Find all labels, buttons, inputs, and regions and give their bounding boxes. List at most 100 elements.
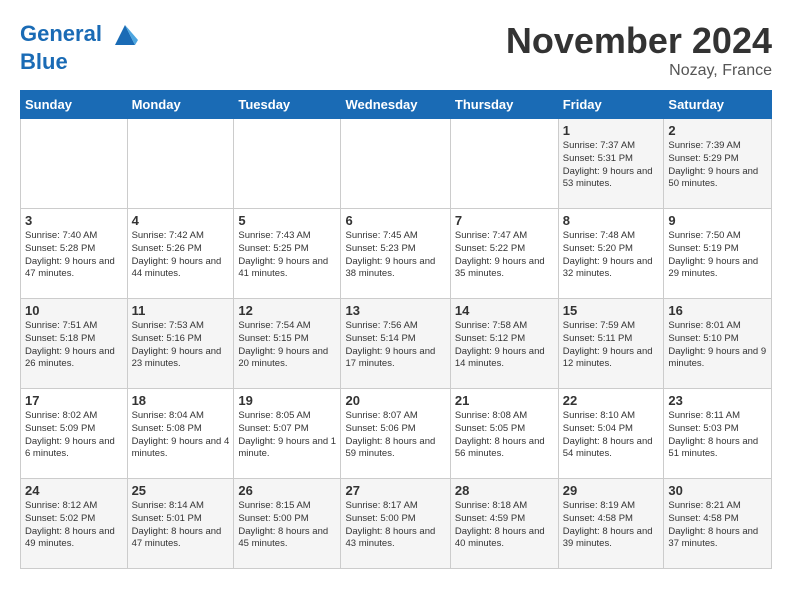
calendar-cell: 20 Sunrise: 8:07 AM Sunset: 5:06 PM Dayli… — [341, 389, 450, 479]
calendar-cell: 3 Sunrise: 7:40 AM Sunset: 5:28 PM Daylig… — [21, 209, 128, 299]
day-number: 22 — [563, 393, 660, 408]
day-info: Sunrise: 7:47 AM Sunset: 5:22 PM Dayligh… — [455, 230, 554, 281]
calendar-cell: 15 Sunrise: 7:59 AM Sunset: 5:11 PM Dayli… — [558, 299, 664, 389]
day-number: 26 — [238, 483, 336, 498]
calendar-cell: 21 Sunrise: 8:08 AM Sunset: 5:05 PM Dayli… — [450, 389, 558, 479]
title-block: November 2024 Nozay, France — [506, 20, 772, 80]
month-title: November 2024 — [506, 20, 772, 62]
day-number: 29 — [563, 483, 660, 498]
day-number: 30 — [668, 483, 767, 498]
calendar-week-row: 3 Sunrise: 7:40 AM Sunset: 5:28 PM Daylig… — [21, 209, 772, 299]
day-info: Sunrise: 7:58 AM Sunset: 5:12 PM Dayligh… — [455, 320, 554, 371]
day-info: Sunrise: 7:48 AM Sunset: 5:20 PM Dayligh… — [563, 230, 660, 281]
day-info: Sunrise: 8:19 AM Sunset: 4:58 PM Dayligh… — [563, 500, 660, 551]
day-number: 3 — [25, 213, 123, 228]
day-number: 11 — [132, 303, 230, 318]
calendar-cell: 22 Sunrise: 8:10 AM Sunset: 5:04 PM Dayli… — [558, 389, 664, 479]
day-number: 18 — [132, 393, 230, 408]
calendar-cell: 11 Sunrise: 7:53 AM Sunset: 5:16 PM Dayli… — [127, 299, 234, 389]
day-info: Sunrise: 7:40 AM Sunset: 5:28 PM Dayligh… — [25, 230, 123, 281]
day-info: Sunrise: 7:59 AM Sunset: 5:11 PM Dayligh… — [563, 320, 660, 371]
calendar-cell: 17 Sunrise: 8:02 AM Sunset: 5:09 PM Dayli… — [21, 389, 128, 479]
calendar-table: SundayMondayTuesdayWednesdayThursdayFrid… — [20, 90, 772, 569]
day-info: Sunrise: 7:45 AM Sunset: 5:23 PM Dayligh… — [345, 230, 445, 281]
day-number: 28 — [455, 483, 554, 498]
day-number: 27 — [345, 483, 445, 498]
calendar-cell: 4Sunrise: 7:42 AM Sunset: 5:26 PM Daylig… — [127, 209, 234, 299]
location: Nozay, France — [506, 62, 772, 80]
calendar-cell: 18 Sunrise: 8:04 AM Sunset: 5:08 PM Dayli… — [127, 389, 234, 479]
calendar-cell: 12 Sunrise: 7:54 AM Sunset: 5:15 PM Dayli… — [234, 299, 341, 389]
calendar-week-row: 1 Sunrise: 7:37 AM Sunset: 5:31 PM Daylig… — [21, 119, 772, 209]
calendar-cell: 16 Sunrise: 8:01 AM Sunset: 5:10 PM Dayli… — [664, 299, 772, 389]
day-info: Sunrise: 7:37 AM Sunset: 5:31 PM Dayligh… — [563, 140, 660, 191]
day-number: 15 — [563, 303, 660, 318]
day-number: 12 — [238, 303, 336, 318]
weekday-header: Sunday — [21, 91, 128, 119]
day-number: 25 — [132, 483, 230, 498]
calendar-week-row: 17 Sunrise: 8:02 AM Sunset: 5:09 PM Dayli… — [21, 389, 772, 479]
weekday-header: Thursday — [450, 91, 558, 119]
day-info: Sunrise: 8:14 AM Sunset: 5:01 PM Dayligh… — [132, 500, 230, 551]
page-header: General Blue November 2024 Nozay, France — [20, 20, 772, 80]
calendar-week-row: 24Sunrise: 8:12 AM Sunset: 5:02 PM Dayli… — [21, 479, 772, 569]
day-number: 8 — [563, 213, 660, 228]
logo-icon — [110, 20, 140, 50]
calendar-week-row: 10Sunrise: 7:51 AM Sunset: 5:18 PM Dayli… — [21, 299, 772, 389]
day-info: Sunrise: 7:51 AM Sunset: 5:18 PM Dayligh… — [25, 320, 123, 371]
calendar-cell: 7 Sunrise: 7:47 AM Sunset: 5:22 PM Daylig… — [450, 209, 558, 299]
day-info: Sunrise: 8:11 AM Sunset: 5:03 PM Dayligh… — [668, 410, 767, 461]
day-info: Sunrise: 8:04 AM Sunset: 5:08 PM Dayligh… — [132, 410, 230, 461]
calendar-cell: 27 Sunrise: 8:17 AM Sunset: 5:00 PM Dayli… — [341, 479, 450, 569]
calendar-cell: 13Sunrise: 7:56 AM Sunset: 5:14 PM Dayli… — [341, 299, 450, 389]
day-info: Sunrise: 7:39 AM Sunset: 5:29 PM Dayligh… — [668, 140, 767, 191]
weekday-header: Saturday — [664, 91, 772, 119]
day-info: Sunrise: 8:02 AM Sunset: 5:09 PM Dayligh… — [25, 410, 123, 461]
weekday-header: Tuesday — [234, 91, 341, 119]
day-number: 21 — [455, 393, 554, 408]
day-info: Sunrise: 8:01 AM Sunset: 5:10 PM Dayligh… — [668, 320, 767, 371]
day-info: Sunrise: 8:17 AM Sunset: 5:00 PM Dayligh… — [345, 500, 445, 551]
calendar-cell: 10Sunrise: 7:51 AM Sunset: 5:18 PM Dayli… — [21, 299, 128, 389]
day-number: 23 — [668, 393, 767, 408]
day-info: Sunrise: 8:10 AM Sunset: 5:04 PM Dayligh… — [563, 410, 660, 461]
day-info: Sunrise: 7:54 AM Sunset: 5:15 PM Dayligh… — [238, 320, 336, 371]
day-info: Sunrise: 7:42 AM Sunset: 5:26 PM Dayligh… — [132, 230, 230, 281]
day-info: Sunrise: 7:43 AM Sunset: 5:25 PM Dayligh… — [238, 230, 336, 281]
day-number: 1 — [563, 123, 660, 138]
calendar-cell: 30Sunrise: 8:21 AM Sunset: 4:58 PM Dayli… — [664, 479, 772, 569]
day-number: 16 — [668, 303, 767, 318]
day-number: 2 — [668, 123, 767, 138]
calendar-cell — [341, 119, 450, 209]
day-info: Sunrise: 8:08 AM Sunset: 5:05 PM Dayligh… — [455, 410, 554, 461]
weekday-header: Monday — [127, 91, 234, 119]
calendar-cell: 25 Sunrise: 8:14 AM Sunset: 5:01 PM Dayli… — [127, 479, 234, 569]
day-number: 13 — [345, 303, 445, 318]
day-number: 7 — [455, 213, 554, 228]
calendar-cell: 19Sunrise: 8:05 AM Sunset: 5:07 PM Dayli… — [234, 389, 341, 479]
calendar-cell: 26Sunrise: 8:15 AM Sunset: 5:00 PM Dayli… — [234, 479, 341, 569]
day-info: Sunrise: 8:18 AM Sunset: 4:59 PM Dayligh… — [455, 500, 554, 551]
day-number: 6 — [345, 213, 445, 228]
day-number: 19 — [238, 393, 336, 408]
logo: General Blue — [20, 20, 140, 74]
calendar-cell: 1 Sunrise: 7:37 AM Sunset: 5:31 PM Daylig… — [558, 119, 664, 209]
day-number: 17 — [25, 393, 123, 408]
day-info: Sunrise: 7:53 AM Sunset: 5:16 PM Dayligh… — [132, 320, 230, 371]
calendar-cell: 28 Sunrise: 8:18 AM Sunset: 4:59 PM Dayli… — [450, 479, 558, 569]
calendar-cell — [450, 119, 558, 209]
logo-text: General — [20, 20, 140, 50]
calendar-cell — [127, 119, 234, 209]
day-number: 14 — [455, 303, 554, 318]
day-info: Sunrise: 8:07 AM Sunset: 5:06 PM Dayligh… — [345, 410, 445, 461]
day-info: Sunrise: 7:50 AM Sunset: 5:19 PM Dayligh… — [668, 230, 767, 281]
weekday-header: Friday — [558, 91, 664, 119]
weekday-header-row: SundayMondayTuesdayWednesdayThursdayFrid… — [21, 91, 772, 119]
calendar-cell: 14 Sunrise: 7:58 AM Sunset: 5:12 PM Dayli… — [450, 299, 558, 389]
calendar-cell: 9Sunrise: 7:50 AM Sunset: 5:19 PM Daylig… — [664, 209, 772, 299]
day-number: 20 — [345, 393, 445, 408]
calendar-cell: 2 Sunrise: 7:39 AM Sunset: 5:29 PM Daylig… — [664, 119, 772, 209]
day-number: 24 — [25, 483, 123, 498]
calendar-cell: 24Sunrise: 8:12 AM Sunset: 5:02 PM Dayli… — [21, 479, 128, 569]
calendar-cell: 5Sunrise: 7:43 AM Sunset: 5:25 PM Daylig… — [234, 209, 341, 299]
